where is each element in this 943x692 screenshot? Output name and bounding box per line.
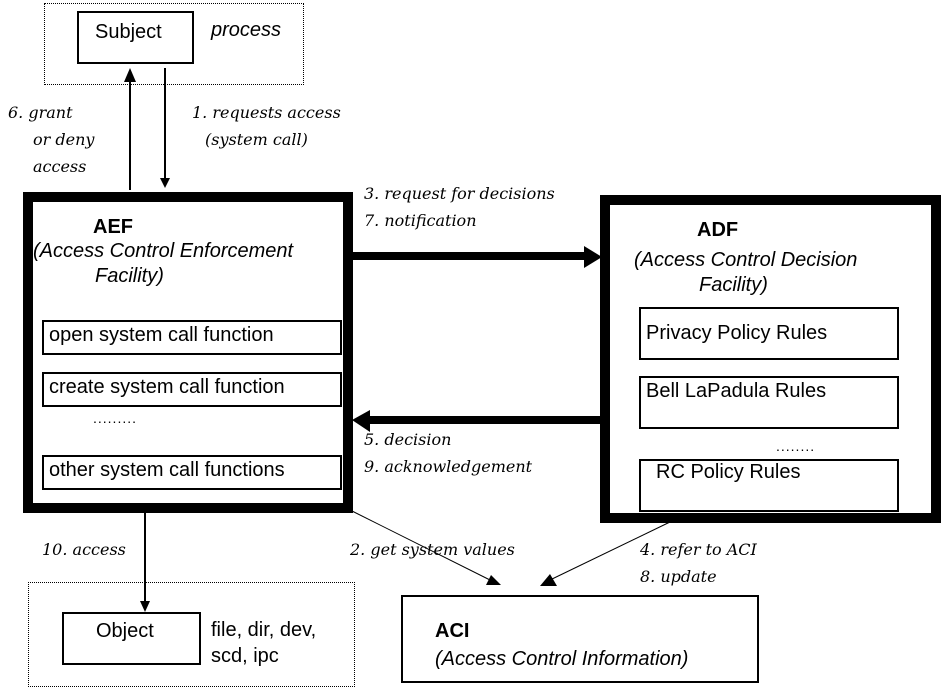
get-values-arrowhead (486, 575, 501, 585)
subject-title: Subject (95, 21, 162, 43)
adf-subtitle-line1: (Access Control Decision (634, 249, 858, 271)
request-arrowhead (160, 178, 170, 188)
grant-label: 6. grant or deny access (8, 99, 94, 180)
refer-aci-line1: 4. refer to ACI (640, 540, 757, 559)
object-note-line2: scd, ipc (211, 645, 279, 667)
aef-function-open[interactable]: open system call function (42, 320, 342, 355)
grant-label-line2: or deny (33, 130, 95, 149)
aef-subtitle-line2: Facility) (95, 265, 164, 287)
subject-note: process (211, 19, 282, 41)
aef-box[interactable]: AEF (Access Control Enforcement Facility… (23, 192, 353, 513)
aef-subtitle-line1: (Access Control Enforcement (33, 240, 294, 262)
object-note-line1: file, dir, dev, (211, 619, 317, 641)
request-label-line1: 1. requests access (192, 103, 341, 122)
decision-label: 5. decision 9. acknowledgement (364, 426, 532, 480)
adf-rule-bell-lapadula[interactable]: Bell LaPadula Rules (639, 376, 899, 429)
subject-box[interactable]: Subject (77, 11, 194, 64)
adf-title: ADF (697, 219, 739, 241)
refer-aci-arrowhead (540, 574, 557, 586)
aef-title: AEF (93, 216, 133, 238)
adf-ellipsis: ........ (776, 438, 816, 454)
decision-line2: 9. acknowledgement (364, 457, 533, 476)
adf-rule-privacy[interactable]: Privacy Policy Rules (639, 307, 899, 360)
decision-line1: 5. decision (364, 430, 452, 449)
request-label: 1. requests access (system call) (192, 99, 341, 153)
refer-aci-line2: 8. update (640, 567, 717, 586)
adf-rule-rc[interactable]: RC Policy Rules (639, 459, 899, 512)
decision-request-line1: 3. request for decisions (364, 184, 555, 203)
aef-function-create[interactable]: create system call function (42, 372, 342, 407)
aef-ellipsis: ......... (93, 410, 138, 426)
get-values-label: 2. get system values (350, 540, 515, 559)
grant-label-line1: 6. grant (8, 103, 73, 122)
object-note: file, dir, dev, scd, ipc (211, 617, 316, 669)
adf-subtitle-line2: Facility) (699, 274, 768, 296)
grant-label-line3: access (33, 157, 87, 176)
adf-box[interactable]: ADF (Access Control Decision Facility) P… (600, 195, 941, 523)
aef-function-other[interactable]: other system call functions (42, 455, 342, 490)
aci-title: ACI (435, 620, 470, 642)
aci-box[interactable]: ACI (Access Control Information) (401, 595, 759, 683)
access-label: 10. access (42, 540, 126, 559)
decision-request-line2: 7. notification (364, 211, 477, 230)
aci-subtitle: (Access Control Information) (435, 648, 689, 670)
object-box[interactable]: Object (62, 612, 201, 665)
decision-request-label: 3. request for decisions 7. notification (364, 180, 555, 234)
object-title: Object (96, 620, 154, 642)
refer-aci-label: 4. refer to ACI 8. update (640, 536, 757, 590)
request-label-line2: (system call) (205, 130, 308, 149)
